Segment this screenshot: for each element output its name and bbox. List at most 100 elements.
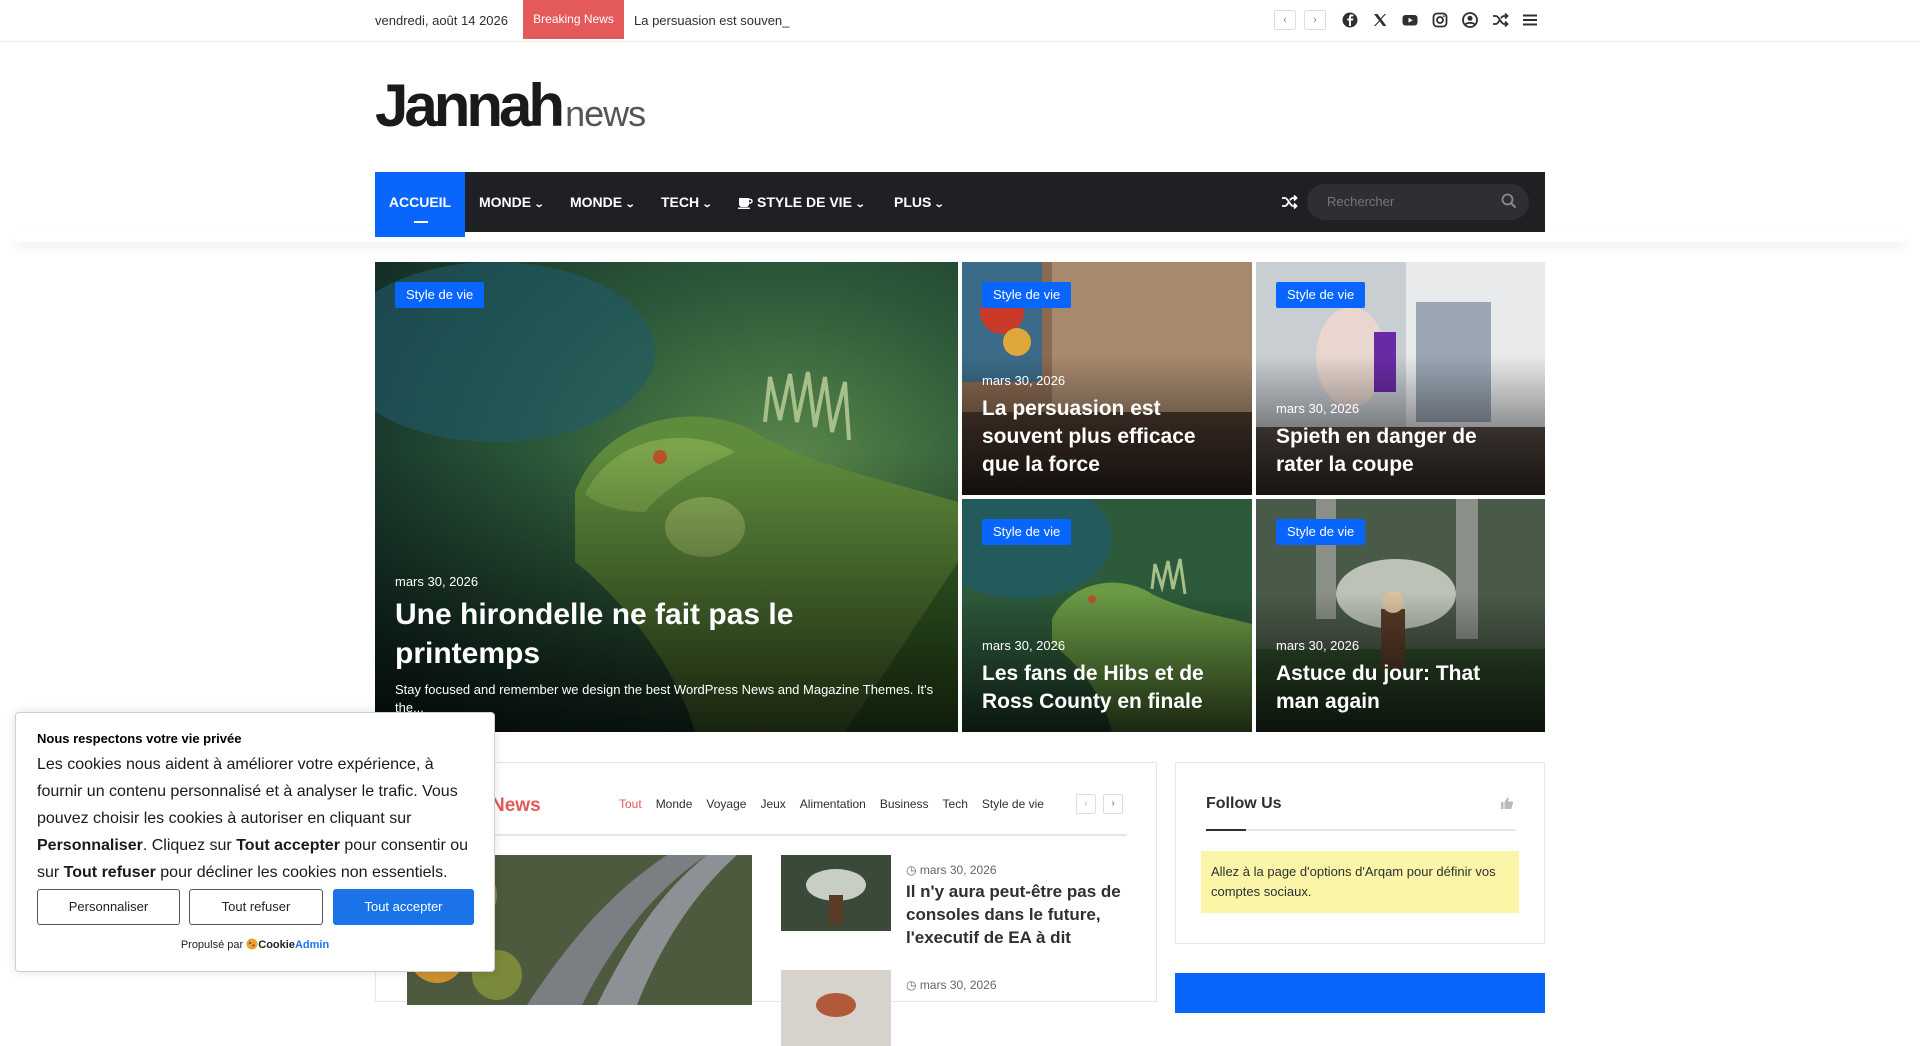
cookie-text-bold: Tout refuser (63, 864, 156, 881)
powered-by: Propulsé par CookieAdmin (16, 938, 494, 951)
current-date: vendredi, août 14 2026 (375, 13, 508, 28)
hero-main-post[interactable]: Style de vie mars 30, 2026 Une hirondell… (375, 262, 958, 732)
instagram-icon[interactable] (1430, 10, 1450, 30)
facebook-icon[interactable] (1340, 10, 1360, 30)
chevron-down-icon: ⌄ (533, 199, 545, 210)
nav-item-tech[interactable]: TECH ⌄ (661, 172, 713, 232)
block-divider (407, 834, 1127, 836)
tab-tout[interactable]: Tout (619, 797, 642, 811)
nav-item-plus[interactable]: PLUS ⌄ (894, 172, 945, 232)
site-logo[interactable]: Jannah news (375, 76, 646, 136)
post-date: ◷ mars 30, 2026 (906, 863, 997, 877)
tab-monde[interactable]: Monde (656, 797, 693, 811)
widget-divider-accent (1206, 829, 1246, 831)
post-date: mars 30, 2026 (395, 574, 479, 589)
x-icon[interactable] (1370, 10, 1390, 30)
sidebar-widget-header (1175, 973, 1545, 1013)
accept-all-cookies-button[interactable]: Tout accepter (333, 889, 474, 925)
brand-part: Cookie (258, 939, 295, 951)
hero-card[interactable]: Style de vie mars 30, 2026 Spieth en dan… (1256, 262, 1545, 495)
news-thumbnail[interactable] (781, 855, 891, 931)
tab-style-de-vie[interactable]: Style de vie (982, 797, 1044, 811)
nav-item-label: TECH (661, 194, 700, 210)
search-input[interactable] (1307, 184, 1529, 220)
tab-alimentation[interactable]: Alimentation (800, 797, 866, 811)
user-icon[interactable] (1460, 10, 1480, 30)
category-badge[interactable]: Style de vie (982, 282, 1072, 308)
nav-item-label: ACCUEIL (388, 194, 452, 210)
nav-item-label: MONDE (570, 194, 623, 210)
tab-jeux[interactable]: Jeux (760, 797, 785, 811)
category-badge[interactable]: Style de vie (1276, 282, 1366, 308)
random-article-icon[interactable] (1280, 192, 1300, 212)
post-title[interactable]: Les fans de Hibs et de Ross County en fi… (982, 660, 1232, 716)
chevron-down-icon: ⌄ (934, 199, 945, 210)
random-icon[interactable] (1490, 10, 1510, 30)
post-date: mars 30, 2026 (1276, 638, 1360, 653)
breaking-news-ticker[interactable]: La persuasion est souven_ (634, 13, 789, 28)
cookie-text-bold: Personnaliser (37, 837, 143, 854)
reject-all-cookies-button[interactable]: Tout refuser (189, 889, 323, 925)
post-title[interactable]: Une hirondelle ne fait pas le printemps (395, 595, 938, 673)
social-notice: Allez à la page d'options d'Arqam pour d… (1201, 851, 1519, 913)
cookie-text: Les cookies nous aident à améliorer votr… (37, 756, 458, 827)
tab-tech[interactable]: Tech (943, 797, 968, 811)
menu-icon[interactable] (1520, 10, 1540, 30)
nav-item-style-de-vie[interactable]: STYLE DE VIE ⌄ (738, 172, 866, 232)
thumbs-up-icon (1501, 797, 1514, 809)
ticker-next-button[interactable]: › (1304, 10, 1326, 30)
cookie-icon (246, 938, 258, 950)
tab-voyage[interactable]: Voyage (706, 797, 746, 811)
nav-shadow (15, 232, 1905, 242)
widget-divider (1206, 829, 1516, 831)
post-date: mars 30, 2026 (982, 638, 1066, 653)
nav-item-label: MONDE (479, 194, 532, 210)
main-navigation: ACCUEIL MONDE ⌄ MONDE ⌄ TECH ⌄ STYLE DE VIE… (375, 172, 1545, 237)
hero-card[interactable]: Style de vie mars 30, 2026 Les fans de H… (962, 499, 1252, 732)
customize-cookies-button[interactable]: Personnaliser (37, 889, 180, 925)
post-title[interactable]: Astuce du jour: That man again (1276, 660, 1525, 716)
nav-item-label: STYLE DE VIE (757, 194, 852, 210)
nav-item-monde-2[interactable]: MONDE ⌄ (570, 172, 636, 232)
tabs-next-button[interactable]: › (1103, 794, 1123, 814)
post-date: ◷ mars 30, 2026 (906, 978, 997, 992)
cookie-text: . Cliquez sur (142, 837, 237, 854)
category-badge[interactable]: Style de vie (982, 519, 1072, 545)
widget-title: Follow Us (1206, 795, 1282, 812)
hero-card[interactable]: Style de vie mars 30, 2026 La persuasion… (962, 262, 1252, 495)
chevron-down-icon: ⌄ (624, 199, 636, 210)
post-date: mars 30, 2026 (1276, 401, 1360, 416)
post-title[interactable]: Spieth en danger de rater la coupe (1276, 423, 1525, 479)
post-title[interactable]: Il n'y aura peut-être pas de consoles da… (906, 880, 1136, 949)
news-thumbnail[interactable] (781, 970, 891, 1046)
nav-item-monde[interactable]: MONDE ⌄ (479, 172, 545, 232)
youtube-icon[interactable] (1400, 10, 1420, 30)
chevron-down-icon: ⌄ (701, 199, 713, 210)
breaking-news-badge: Breaking News (523, 0, 624, 39)
hero-card[interactable]: Style de vie mars 30, 2026 Astuce du jou… (1256, 499, 1545, 732)
powered-by-label: Propulsé par (180, 939, 244, 951)
post-date-text: mars 30, 2026 (919, 978, 997, 992)
follow-us-widget: Follow Us Allez à la page d'options d'Ar… (1175, 762, 1545, 944)
coffee-icon (738, 198, 753, 209)
category-badge[interactable]: Style de vie (1276, 519, 1366, 545)
cookie-title: Nous respectons votre vie privée (37, 731, 242, 746)
cookie-text: pour décliner les cookies non essentiels… (155, 864, 448, 881)
post-title[interactable]: La persuasion est souvent plus efficace … (982, 395, 1232, 479)
nav-item-accueil[interactable]: ACCUEIL (375, 172, 465, 237)
tabs-prev-button[interactable]: ‹ (1076, 794, 1096, 814)
top-bar: vendredi, août 14 2026 Breaking News La … (0, 0, 1920, 42)
logo-sub-text: news (565, 93, 646, 134)
category-badge[interactable]: Style de vie (395, 282, 485, 308)
tab-business[interactable]: Business (880, 797, 929, 811)
search-icon[interactable] (1501, 193, 1517, 209)
post-date: mars 30, 2026 (982, 373, 1066, 388)
post-date-text: mars 30, 2026 (919, 863, 997, 877)
cookie-message: Les cookies nous aident à améliorer votr… (37, 751, 477, 886)
nav-item-label: PLUS (894, 194, 932, 210)
cookieadmin-brand[interactable]: CookieAdmin (258, 939, 329, 951)
brand-part: Admin (294, 939, 330, 951)
ticker-prev-button[interactable]: ‹ (1274, 10, 1296, 30)
cookie-consent-dialog: Nous respectons votre vie privée Les coo… (15, 712, 495, 972)
chevron-down-icon: ⌄ (854, 199, 866, 210)
